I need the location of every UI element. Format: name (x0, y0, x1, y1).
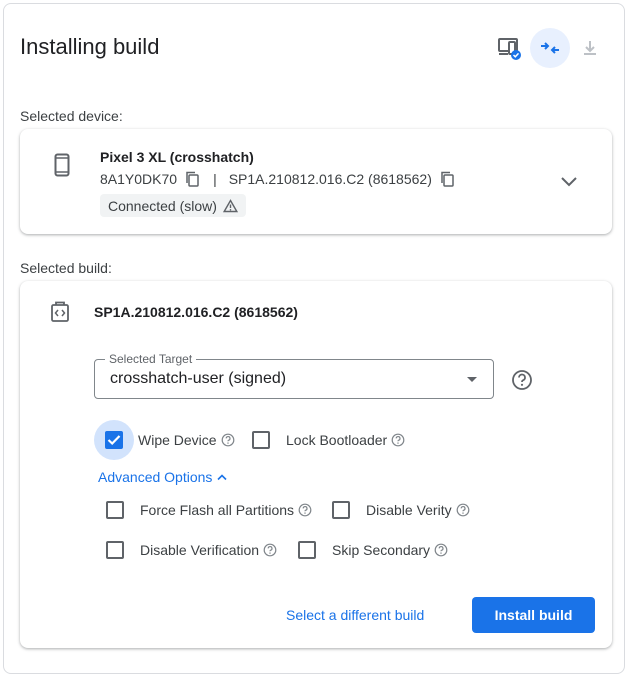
advanced-options-label: Advanced Options (98, 469, 213, 485)
wipe-device-option: Wipe Device (94, 420, 235, 460)
lock-bootloader-checkbox[interactable] (252, 431, 270, 449)
expand-device-icon[interactable] (560, 175, 578, 193)
disable-verity-checkbox[interactable] (332, 501, 350, 519)
phone-icon (54, 153, 70, 182)
install-build-button[interactable]: Install build (472, 597, 595, 633)
disable-verification-label: Disable Verification (140, 542, 260, 558)
wipe-device-help-icon[interactable] (221, 433, 235, 447)
force-flash-checkbox[interactable] (106, 501, 124, 519)
copy-build-icon[interactable] (440, 171, 454, 187)
lock-bootloader-option: Lock Bootloader (252, 431, 405, 449)
select-different-build-button[interactable]: Select a different build (286, 607, 424, 623)
selected-device-label: Selected device: (20, 108, 123, 124)
connection-status-badge: Connected (slow) (100, 194, 246, 217)
chevron-up-icon (217, 474, 227, 481)
page-title: Installing build (20, 34, 160, 59)
disable-verity-label: Disable Verity (366, 502, 452, 518)
device-build: SP1A.210812.016.C2 (8618562) (228, 171, 432, 187)
skip-secondary-help-icon[interactable] (434, 543, 448, 557)
collapse-arrows-icon[interactable] (530, 28, 570, 68)
device-serial: 8A1Y0DK70 (100, 171, 178, 187)
lock-bootloader-help-icon[interactable] (391, 433, 405, 447)
target-help-icon[interactable] (511, 369, 533, 396)
force-flash-help-icon[interactable] (298, 503, 312, 517)
install-panel: Installing build Selected device: Pixel … (3, 3, 625, 674)
disable-verification-option: Disable Verification (106, 541, 277, 559)
wipe-device-checkbox[interactable] (105, 431, 123, 449)
device-card: Pixel 3 XL (crosshatch) 8A1Y0DK70 | SP1A… (20, 129, 612, 234)
selected-build-label: Selected build: (20, 260, 112, 276)
dropdown-arrow-icon (467, 377, 477, 382)
force-flash-option: Force Flash all Partitions (106, 501, 312, 519)
target-select[interactable]: Selected Target crosshatch-user (signed) (94, 352, 494, 399)
device-meta: 8A1Y0DK70 | SP1A.210812.016.C2 (8618562) (100, 171, 454, 187)
disable-verity-option: Disable Verity (332, 501, 470, 519)
skip-secondary-label: Skip Secondary (332, 542, 431, 558)
wipe-device-label: Wipe Device (138, 432, 217, 448)
build-id: SP1A.210812.016.C2 (8618562) (94, 304, 298, 320)
disable-verity-help-icon[interactable] (456, 503, 470, 517)
wipe-device-checkbox-halo (94, 420, 134, 460)
copy-serial-icon[interactable] (185, 171, 199, 187)
device-check-icon[interactable] (490, 28, 530, 68)
skip-secondary-checkbox[interactable] (298, 541, 316, 559)
advanced-options-toggle[interactable]: Advanced Options (98, 469, 228, 485)
device-name: Pixel 3 XL (crosshatch) (100, 149, 254, 165)
target-select-value: crosshatch-user (signed) (110, 370, 287, 387)
skip-secondary-option: Skip Secondary (298, 541, 448, 559)
lock-bootloader-label: Lock Bootloader (286, 432, 388, 448)
check-icon (107, 435, 121, 446)
force-flash-label: Force Flash all Partitions (140, 502, 295, 518)
warning-icon (222, 198, 238, 213)
disable-verification-checkbox[interactable] (106, 541, 124, 559)
build-card: SP1A.210812.016.C2 (8618562) Selected Ta… (20, 281, 612, 648)
target-select-legend: Selected Target (105, 352, 197, 366)
meta-separator: | (213, 171, 217, 187)
connection-status-text: Connected (slow) (108, 197, 217, 214)
build-package-icon (50, 301, 70, 328)
download-icon[interactable] (570, 28, 610, 68)
disable-verification-help-icon[interactable] (263, 543, 277, 557)
